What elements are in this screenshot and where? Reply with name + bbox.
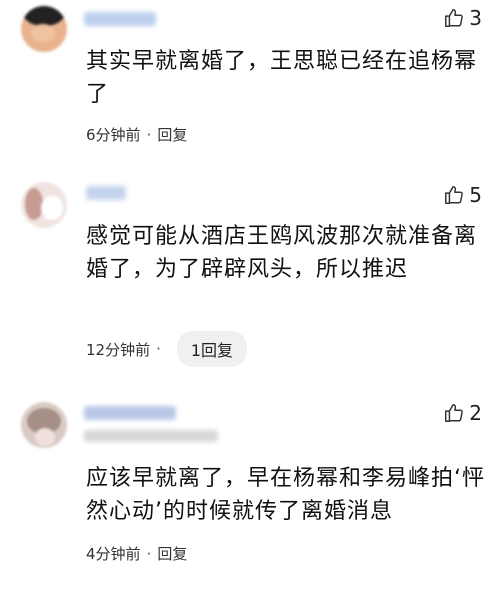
reply-button[interactable]: 回复	[157, 124, 187, 145]
comment-item: 2 应该早就离了，早在杨幂和李易峰拍‘怦然心动’的时候就传了离婚消息 4分钟前 …	[0, 392, 500, 592]
like-button[interactable]: 3	[443, 5, 482, 31]
thumbs-up-icon	[445, 186, 464, 204]
like-count: 5	[469, 183, 482, 207]
comment-meta: 12分钟前 · 1回复	[86, 331, 248, 367]
comment-text: 感觉可能从酒店王鸥风波那次就准备离婚了，为了辟辟风头，所以推迟	[86, 224, 478, 282]
like-count: 3	[469, 6, 482, 30]
thumbs-up-icon	[445, 9, 464, 27]
timestamp: 12分钟前	[86, 340, 151, 359]
comment-meta: 4分钟前 · 回复	[86, 543, 187, 564]
username-blurred[interactable]	[84, 12, 156, 26]
avatar[interactable]	[21, 182, 67, 228]
comment-item: 5 感觉可能从酒店王鸥风波那次就准备离婚了，为了辟辟风头，所以推迟 12分钟前 …	[0, 170, 500, 380]
user-subtitle-blurred	[84, 430, 218, 442]
reply-button[interactable]: 回复	[157, 543, 187, 564]
replies-button[interactable]: 1回复	[176, 331, 248, 367]
like-button[interactable]: 2	[443, 400, 482, 426]
timestamp: 4分钟前	[86, 545, 141, 563]
like-count: 2	[469, 401, 482, 425]
separator-dot: ·	[146, 544, 152, 563]
separator-dot: ·	[156, 340, 161, 358]
username-blurred[interactable]	[84, 406, 176, 420]
comment-text: 其实早就离婚了，王思聪已经在追杨幂了	[86, 49, 478, 107]
username-blurred[interactable]	[86, 186, 126, 200]
avatar[interactable]	[21, 6, 67, 52]
avatar[interactable]	[21, 402, 67, 448]
thumbs-up-icon	[445, 404, 464, 422]
comment-item: 3 其实早就离婚了，王思聪已经在追杨幂了 6分钟前 · 回复	[0, 0, 500, 150]
like-button[interactable]: 5	[443, 182, 482, 208]
timestamp: 6分钟前	[86, 126, 141, 144]
comment-meta: 6分钟前 · 回复	[86, 124, 187, 145]
comment-text: 应该早就离了，早在杨幂和李易峰拍‘怦然心动’的时候就传了离婚消息	[86, 466, 485, 524]
separator-dot: ·	[146, 125, 152, 144]
